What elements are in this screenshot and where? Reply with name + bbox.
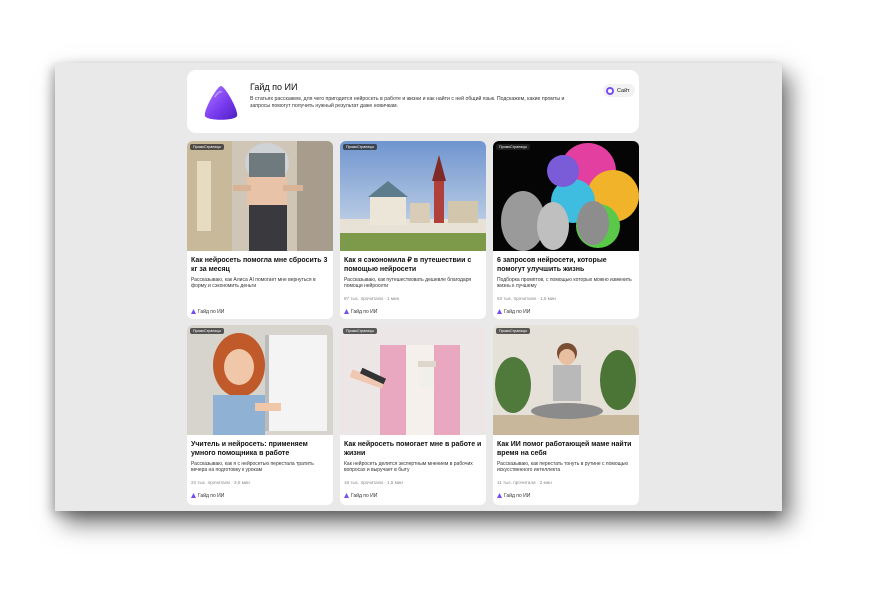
article-description: Рассказываю, как я с нейросетью перестал… [191, 461, 314, 474]
article-card[interactable]: ПромоСтраницы Как нейросеть помогает мне… [340, 325, 486, 505]
channel-title: Гайд по ИИ [250, 82, 298, 92]
alice-logo-icon [344, 493, 349, 498]
article-thumbnail: ПромоСтраницы [493, 325, 639, 435]
article-meta: 11 тыс. прочитали · 2 мин [497, 480, 552, 485]
site-button-label: Сайт [617, 87, 630, 94]
article-thumbnail: ПромоСтраницы [340, 325, 486, 435]
article-source-label: Гайд по ИИ [198, 309, 225, 315]
alice-logo-icon [191, 493, 196, 498]
site-icon [606, 86, 614, 95]
article-source-label: Гайд по ИИ [504, 493, 531, 499]
article-source-label: Гайд по ИИ [351, 493, 378, 499]
article-thumbnail: ПромоСтраницы [340, 141, 486, 251]
browser-screen: Гайд по ИИ В статьях расскажем, для чего… [55, 63, 782, 511]
article-card[interactable]: ПромоСтраницы Как ИИ помог работающей ма… [493, 325, 639, 505]
article-title[interactable]: Как я сэкономила ₽ в путешествии с помощ… [344, 256, 482, 274]
article-title[interactable]: Как ИИ помог работающей маме найти время… [497, 440, 635, 458]
channel-header: Гайд по ИИ В статьях расскажем, для чего… [187, 70, 639, 133]
article-source[interactable]: Гайд по ИИ [191, 493, 224, 499]
article-card[interactable]: ПромоСтраницы 6 запросов нейросети, кото… [493, 141, 639, 319]
alice-logo-icon [204, 86, 238, 120]
alice-logo-icon [497, 493, 502, 498]
article-thumbnail: ПромоСтраницы [493, 141, 639, 251]
article-thumbnail: ПромоСтраницы [187, 141, 333, 251]
article-thumbnail: ПромоСтраницы [187, 325, 333, 435]
article-meta: 87 тыс. прочитали · 1 мин [344, 296, 400, 301]
article-meta: 18 тыс. прочитали · 1,5 мин [344, 480, 403, 485]
article-source-label: Гайд по ИИ [198, 493, 225, 499]
article-meta: 53 тыс. прочитали · 1,5 мин [497, 296, 556, 301]
article-title[interactable]: 6 запросов нейросети, которые помогут ул… [497, 256, 635, 274]
article-title[interactable]: Как нейросеть помогла мне сбросить 3 кг … [191, 256, 329, 274]
article-title[interactable]: Учитель и нейросеть: применяем умного по… [191, 440, 329, 458]
article-source[interactable]: Гайд по ИИ [344, 309, 377, 315]
article-card[interactable]: ПромоСтраницы Учитель и нейросеть: приме… [187, 325, 333, 505]
article-card[interactable]: ПромоСтраницы Как я сэкономила ₽ в путеш… [340, 141, 486, 319]
article-description: Рассказываю, как Алиса AI помогает мне в… [191, 277, 316, 290]
partner-tag: ПромоСтраницы [343, 144, 377, 150]
article-source-label: Гайд по ИИ [351, 309, 378, 315]
article-source[interactable]: Гайд по ИИ [497, 493, 530, 499]
articles-grid: ПромоСтраницы Как нейросеть помогла мне … [187, 141, 639, 511]
partner-tag: ПромоСтраницы [343, 328, 377, 334]
channel-description: В статьях расскажем, для чего пригодится… [250, 96, 565, 109]
partner-tag: ПромоСтраницы [496, 144, 530, 150]
alice-logo-icon [191, 309, 196, 314]
article-title[interactable]: Как нейросеть помогает мне в работе и жи… [344, 440, 482, 458]
article-description: Рассказываю, как путешествовать дешевле … [344, 277, 472, 290]
article-source[interactable]: Гайд по ИИ [344, 493, 377, 499]
partner-tag: ПромоСтраницы [190, 144, 224, 150]
article-source[interactable]: Гайд по ИИ [191, 309, 224, 315]
site-button[interactable]: Сайт [603, 84, 635, 97]
article-source[interactable]: Гайд по ИИ [497, 309, 530, 315]
alice-logo-icon [497, 309, 502, 314]
article-description: Как нейросеть делится экспертным мнением… [344, 461, 473, 474]
partner-tag: ПромоСтраницы [190, 328, 224, 334]
partner-tag: ПромоСтраницы [496, 328, 530, 334]
article-description: Подборка промптов, с помощью которых мож… [497, 277, 632, 290]
article-card[interactable]: ПромоСтраницы Как нейросеть помогла мне … [187, 141, 333, 319]
article-source-label: Гайд по ИИ [504, 309, 531, 315]
article-description: Рассказываю, как перестать тонуть в рути… [497, 461, 629, 474]
alice-logo-icon [344, 309, 349, 314]
article-meta: 22 тыс. прочитали · 3,5 мин [191, 480, 250, 485]
